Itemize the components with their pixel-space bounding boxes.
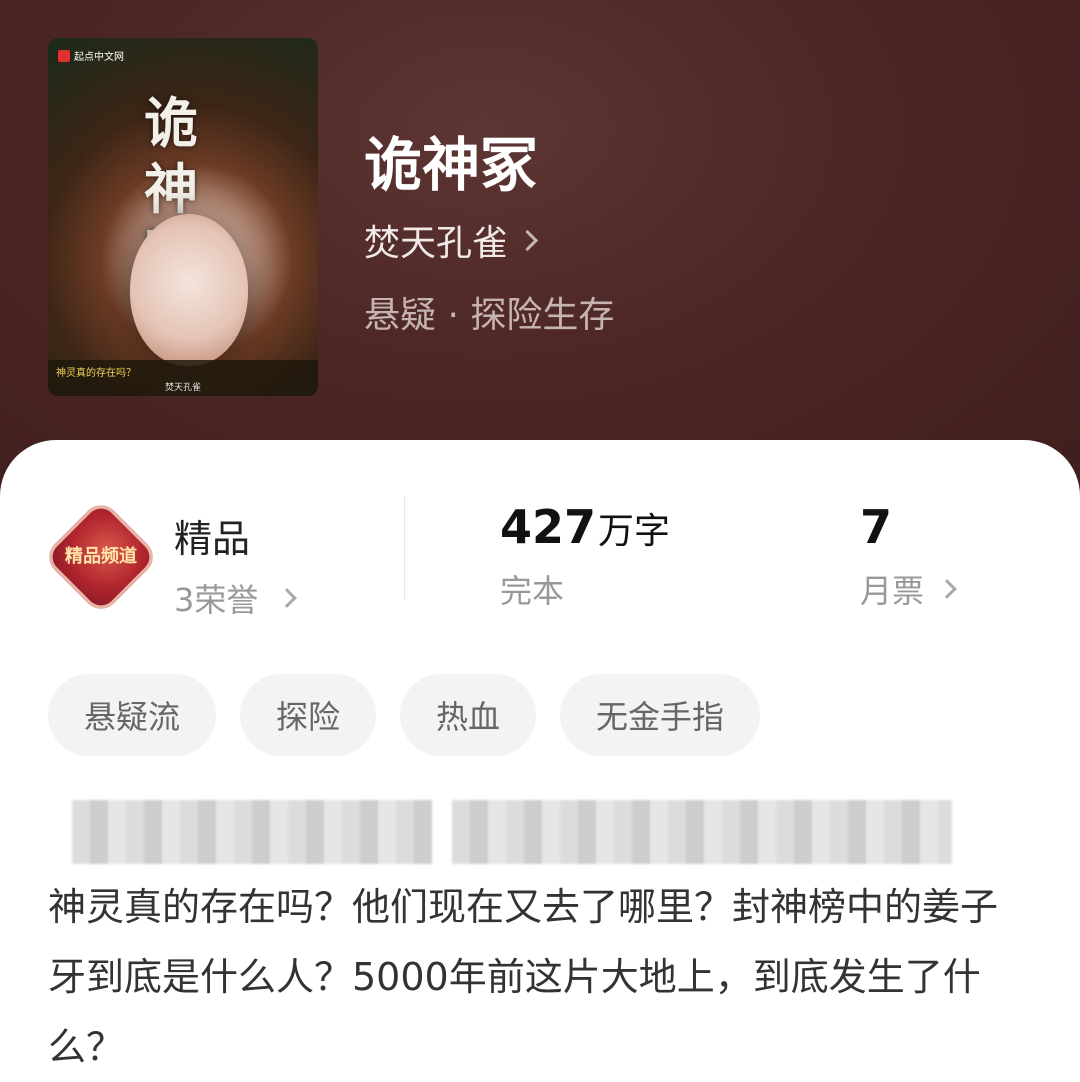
book-synopsis[interactable]: 神灵真的存在吗？他们现在又去了哪里？封神榜中的姜子牙到底是什么人？5000年前这…: [48, 872, 1008, 1082]
tag-chip[interactable]: 悬疑流: [48, 674, 217, 756]
cover-brand-label: 起点中文网: [74, 52, 124, 63]
tag-chip[interactable]: 无金手指: [560, 674, 761, 756]
premium-channel-badge-icon: 精品频道: [41, 497, 161, 617]
honor-text: 精品 3荣誉: [174, 508, 298, 621]
blur-block: [72, 800, 432, 864]
genre-label: 悬疑 · 探险生存: [364, 295, 615, 336]
monthly-ticket-label: 月票: [860, 572, 925, 610]
tag-list: 悬疑流 探险 热血 无金手指: [48, 674, 761, 756]
blurred-text-line: [72, 800, 952, 864]
qidian-logo-icon: [58, 49, 70, 62]
monthly-ticket-label-row: 月票: [860, 566, 957, 612]
cover-illustration: [130, 214, 248, 366]
honor-label: 精品: [174, 517, 251, 561]
monthly-ticket-stat[interactable]: 7 月票: [860, 500, 957, 612]
honor-count-label: 3荣誉: [174, 581, 259, 619]
completion-status: 完本: [500, 572, 565, 610]
cover-band: 神灵真的存在吗？ 焚天孔雀: [48, 360, 318, 396]
tag-chip[interactable]: 热血: [400, 674, 537, 756]
word-count-stat: 427万字 完本: [500, 500, 670, 612]
book-cover[interactable]: 起点中文网 诡神冢 神灵真的存在吗？ 焚天孔雀: [48, 38, 318, 396]
word-count-unit: 万字: [598, 511, 671, 552]
chevron-right-icon: [937, 579, 957, 599]
book-title: 诡神冢: [364, 131, 539, 199]
author-link[interactable]: 焚天孔雀: [364, 214, 539, 266]
cover-tagline: 神灵真的存在吗？: [56, 368, 136, 379]
author-name: 焚天孔雀: [364, 223, 509, 264]
chevron-right-icon: [516, 229, 539, 251]
cover-author: 焚天孔雀: [164, 383, 201, 393]
badge-text: 精品频道: [64, 546, 138, 567]
stat-divider: [404, 496, 405, 600]
honor-stat[interactable]: 精品频道 精品 3荣誉: [41, 497, 298, 619]
blur-block: [452, 800, 952, 864]
cover-brand: 起点中文网: [58, 48, 124, 63]
honor-count: 3荣誉: [174, 575, 298, 621]
monthly-ticket-count: 7: [860, 500, 893, 554]
word-count: 427万字: [500, 500, 670, 554]
tag-chip[interactable]: 探险: [240, 674, 377, 756]
chevron-right-icon: [277, 588, 298, 608]
word-count-value: 427: [500, 500, 597, 554]
